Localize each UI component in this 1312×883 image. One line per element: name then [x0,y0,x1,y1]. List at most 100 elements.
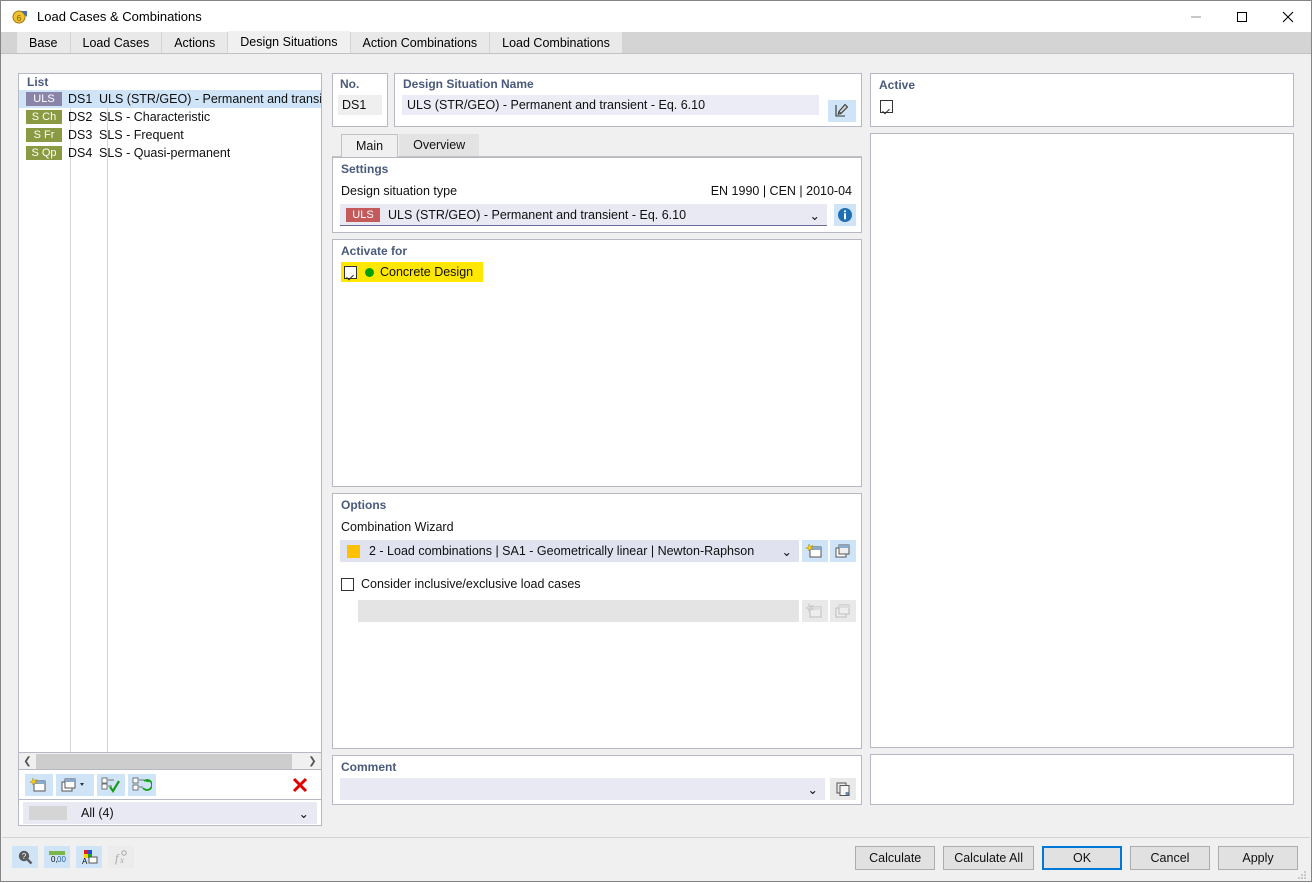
list-item[interactable]: ULS DS1 ULS (STR/GEO) - Permanent and tr… [19,90,321,108]
main-tab-strip: Base Load Cases Actions Design Situation… [1,31,1311,54]
active-checkbox[interactable] [880,100,893,113]
wizard-color-swatch [347,544,360,558]
list-item-name: ULS (STR/GEO) - Permanent and transient … [99,92,321,106]
new-item-icon[interactable] [25,773,53,796]
activate-item-concrete-design[interactable]: Concrete Design [341,262,484,282]
standard-label: EN 1990 | CEN | 2010-04 [710,184,852,198]
consider-inclusive-exclusive-checkbox[interactable] [341,577,354,591]
concrete-design-checkbox[interactable] [344,265,357,279]
list-item-no: DS3 [68,128,93,142]
filter-swatch [29,805,67,820]
chevron-down-icon[interactable]: ⌄ [299,806,309,821]
scroll-left-icon[interactable]: ❮ [19,754,36,769]
design-situation-type-value: ULS (STR/GEO) - Permanent and transient … [388,207,687,222]
badge-uls-red: ULS [346,207,380,222]
formula-icon: f x [108,846,134,868]
ok-button[interactable]: OK [1042,846,1122,870]
list-filter-combo[interactable]: All (4) ⌄ [18,800,322,826]
invert-selection-icon[interactable] [128,773,156,796]
list-filter-value: All (4) [81,805,114,820]
chevron-down-icon[interactable]: ⌄ [810,208,820,223]
copy-item-icon[interactable] [56,773,94,796]
active-checkbox-wrap[interactable] [880,100,893,116]
scroll-thumb[interactable] [36,753,292,769]
tab-design-situations[interactable]: Design Situations [228,31,350,53]
apply-button[interactable]: Apply [1218,846,1298,870]
window-controls [1173,1,1311,32]
new-wizard-icon[interactable] [802,540,828,562]
status-icon-group: ? 0, 00 A f x [12,846,140,868]
scroll-track[interactable] [36,753,304,769]
list-item-no: DS1 [68,92,93,106]
consider-inclusive-exclusive-label: Consider inclusive/exclusive load cases [361,577,581,591]
maximize-button[interactable] [1219,1,1265,32]
design-situations-list[interactable]: ULS DS1 ULS (STR/GEO) - Permanent and tr… [18,90,322,753]
edit-wizard-icon[interactable] [830,540,856,562]
info-icon[interactable] [834,204,856,226]
tab-action-combinations[interactable]: Action Combinations [350,32,490,53]
edit-pencil-icon[interactable] [828,100,856,122]
right-column: Active [870,73,1294,825]
subtab-main[interactable]: Main [341,134,399,157]
chevron-down-icon[interactable]: ⌄ [782,544,792,559]
number-format-icon[interactable]: 0, 00 [44,846,70,868]
scroll-right-icon[interactable]: ❯ [304,754,321,769]
preview-panel [870,133,1294,748]
options-title: Options [341,498,387,512]
comment-input[interactable]: ⌄ [340,778,825,800]
bottom-bar: ? 0, 00 A f x Calculate Calculate All OK… [2,837,1310,881]
list-header: List [18,73,322,90]
close-button[interactable] [1265,1,1311,32]
subtab-overview[interactable]: Overview [399,134,480,156]
list-toolbar [18,770,322,800]
status-dot-icon [365,267,374,277]
display-properties-icon[interactable]: A [76,846,102,868]
list-horizontal-scrollbar[interactable]: ❮ ❯ [18,753,322,770]
chevron-down-icon[interactable]: ⌄ [808,782,818,797]
list-panel: List ULS DS1 ULS (STR/GEO) - Permanent a… [18,73,322,826]
cancel-button[interactable]: Cancel [1130,846,1210,870]
design-situation-type-select[interactable]: ULS ULS (STR/GEO) - Permanent and transi… [340,204,827,226]
name-header: Design Situation Name [403,77,534,91]
consider-inclusive-exclusive-row[interactable]: Consider inclusive/exclusive load cases [341,577,581,591]
list-filter-inner[interactable]: All (4) ⌄ [23,801,317,824]
tab-base[interactable]: Base [17,32,70,53]
list-item[interactable]: S Qp DS4 SLS - Quasi-permanent [19,144,321,162]
identity-row: No. DS1 Design Situation Name ULS (STR/G… [332,73,862,127]
badge-sls-frequent: S Fr [26,128,62,142]
calculate-all-button[interactable]: Calculate All [943,846,1034,870]
list-item-no: DS2 [68,110,93,124]
copy-comment-icon[interactable] [830,778,856,800]
delete-item-icon[interactable] [289,774,311,796]
app-icon: 6 [11,8,29,26]
client-area: List ULS DS1 ULS (STR/GEO) - Permanent a… [2,65,1310,836]
calculate-button[interactable]: Calculate [855,846,936,870]
badge-sls-characteristic: S Ch [26,110,62,124]
minimize-button[interactable] [1173,1,1219,32]
help-magnifier-icon[interactable]: ? [12,846,38,868]
list-item[interactable]: S Ch DS2 SLS - Characteristic [19,108,321,126]
comment-panel: Comment ⌄ [332,755,862,805]
resize-grip[interactable] [1297,869,1307,879]
tab-load-cases[interactable]: Load Cases [70,32,162,53]
dialog-window: 6 Load Cases & Combinations Base Load Ca… [0,0,1312,882]
svg-text:?: ? [22,852,27,861]
active-panel: Active [870,73,1294,127]
combination-wizard-select[interactable]: 2 - Load combinations | SA1 - Geometrica… [340,540,799,562]
list-item[interactable]: S Fr DS3 SLS - Frequent [19,126,321,144]
select-all-icon[interactable] [97,773,125,796]
design-situation-type-label: Design situation type [341,184,458,198]
svg-text:6: 6 [17,14,22,23]
design-situation-name-input[interactable]: ULS (STR/GEO) - Permanent and transient … [402,95,819,115]
activate-for-title: Activate for [341,244,408,258]
badge-sls-quasi-permanent: S Qp [26,146,62,160]
tab-load-combinations[interactable]: Load Combinations [490,32,622,53]
options-panel: Options Combination Wizard 2 - Load comb… [332,493,862,749]
list-item-name: SLS - Characteristic [99,110,211,124]
detail-column: No. DS1 Design Situation Name ULS (STR/G… [332,73,862,825]
tab-actions[interactable]: Actions [162,32,228,53]
combination-wizard-label: Combination Wizard [341,520,454,534]
combination-wizard-value: 2 - Load combinations | SA1 - Geometrica… [369,544,755,558]
window-title: Load Cases & Combinations [37,9,202,24]
badge-uls: ULS [26,92,62,106]
